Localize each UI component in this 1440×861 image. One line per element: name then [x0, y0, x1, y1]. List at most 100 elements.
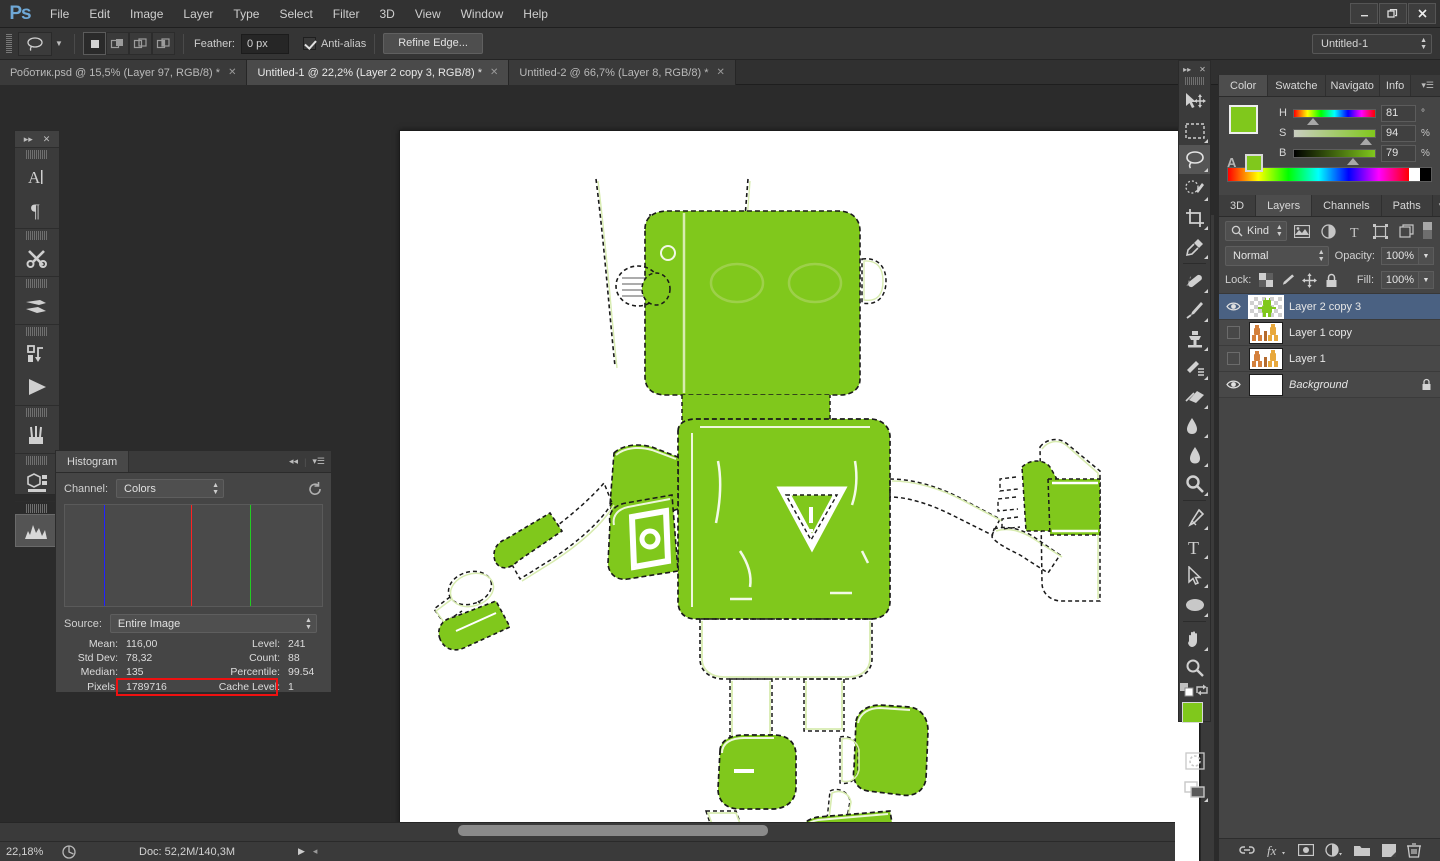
layer-filter-kind-select[interactable]: Kind ▲ ▼	[1225, 221, 1287, 241]
options-bar-grip[interactable]	[6, 33, 12, 54]
actions-panel-icon[interactable]	[15, 337, 59, 370]
menu-help[interactable]: Help	[513, 0, 558, 28]
layer-row-layer-1[interactable]: Layer 1	[1219, 346, 1440, 372]
ellipse-tool[interactable]	[1179, 590, 1210, 619]
dock-grip[interactable]	[26, 327, 48, 336]
menu-filter[interactable]: Filter	[323, 0, 370, 28]
feather-input[interactable]: 0 px	[240, 33, 289, 54]
menu-layer[interactable]: Layer	[173, 0, 223, 28]
status-popup-arrow-icon[interactable]: ▶	[298, 846, 305, 857]
layer-row-layer-2-copy-3[interactable]: Layer 2 copy 3	[1219, 294, 1440, 320]
refine-edge-button[interactable]: Refine Edge...	[383, 33, 483, 54]
canvas-horizontal-scrollbar-thumb[interactable]	[458, 825, 768, 836]
document-tab-untitled-1[interactable]: Untitled-1 @ 22,2% (Layer 2 copy 3, RGB/…	[247, 60, 510, 85]
layer-visibility-toggle[interactable]	[1224, 352, 1243, 365]
tab-navigator[interactable]: Navigato	[1325, 75, 1380, 96]
tab-swatches[interactable]: Swatche	[1268, 75, 1326, 96]
menu-select[interactable]: Select	[269, 0, 322, 28]
document-tab-untitled-2[interactable]: Untitled-2 @ 66,7% (Layer 8, RGB/8) * ✕	[509, 60, 736, 85]
restore-button[interactable]	[1379, 2, 1407, 24]
opacity-dropdown-icon[interactable]: ▼	[1419, 247, 1434, 265]
paragraph-panel-icon[interactable]: ¶	[15, 193, 59, 226]
dock-grip[interactable]	[26, 231, 48, 240]
opacity-value[interactable]: 100%	[1381, 247, 1419, 265]
link-layers-icon[interactable]	[1239, 844, 1255, 856]
new-group-icon[interactable]	[1354, 844, 1371, 857]
dock-grip[interactable]	[26, 504, 48, 513]
close-icon[interactable]: ✕	[1199, 65, 1206, 74]
tab-histogram[interactable]: Histogram	[56, 451, 130, 472]
dodge-tool[interactable]	[1179, 469, 1210, 498]
add-to-selection-button[interactable]	[106, 32, 129, 55]
subtract-from-selection-button[interactable]	[129, 32, 152, 55]
document-canvas[interactable]	[399, 130, 1200, 861]
layer-visibility-off-box[interactable]	[1227, 326, 1240, 339]
foreground-color-swatch[interactable]	[1229, 105, 1258, 134]
layer-thumbnail[interactable]	[1249, 373, 1283, 396]
pen-tool[interactable]	[1179, 503, 1210, 532]
delete-layer-icon[interactable]	[1407, 842, 1422, 858]
lock-all-icon[interactable]	[1324, 272, 1339, 288]
filter-toggle-switch[interactable]	[1422, 221, 1434, 241]
layers-panel-menu-button[interactable]: ▾☰	[1433, 195, 1440, 216]
panel-menu-icon[interactable]: ▾☰	[1421, 80, 1434, 91]
channel-select[interactable]: Colors ▲ ▼	[116, 479, 225, 498]
zoom-tool[interactable]	[1179, 653, 1210, 682]
close-icon[interactable]: ✕	[716, 67, 724, 78]
collapse-panel-icon[interactable]: ◂◂	[289, 456, 298, 467]
rectangular-marquee-tool[interactable]	[1179, 116, 1210, 145]
dock-grip[interactable]	[26, 150, 48, 159]
layer-thumbnail[interactable]	[1248, 294, 1284, 319]
tab-color[interactable]: Color	[1219, 75, 1269, 96]
menu-window[interactable]: Window	[451, 0, 514, 28]
layer-thumbnail[interactable]	[1249, 347, 1283, 370]
tab-channels[interactable]: Channels	[1312, 195, 1382, 216]
brightness-value[interactable]: 79	[1381, 144, 1416, 162]
quick-selection-tool[interactable]	[1179, 174, 1210, 203]
hue-slider-thumb[interactable]	[1306, 117, 1319, 125]
document-tab-robotik[interactable]: Роботик.psd @ 15,5% (Layer 97, RGB/8) * …	[0, 60, 248, 85]
spot-healing-brush-tool[interactable]	[1179, 266, 1210, 295]
close-icon[interactable]: ✕	[43, 134, 51, 145]
lock-transparent-pixels-icon[interactable]	[1258, 272, 1273, 288]
character-panel-icon[interactable]: A	[15, 160, 59, 193]
crop-tool[interactable]	[1179, 203, 1210, 232]
saturation-value[interactable]: 94	[1381, 124, 1416, 142]
hue-slider[interactable]	[1293, 108, 1376, 125]
layer-visibility-off-box[interactable]	[1227, 352, 1240, 365]
anti-alias-control[interactable]: Anti-alias	[302, 37, 366, 50]
layer-row-background[interactable]: Background	[1219, 372, 1440, 398]
anti-alias-checkbox[interactable]	[302, 37, 316, 50]
eyedropper-tool[interactable]	[1179, 232, 1210, 261]
eraser-tool[interactable]	[1179, 382, 1210, 411]
histogram-graph[interactable]	[64, 504, 323, 607]
tool-preset-dropdown[interactable]: ▼	[52, 39, 66, 48]
workspace-selector[interactable]: Untitled-1 ▲ ▼	[1312, 33, 1432, 54]
menu-view[interactable]: View	[405, 0, 451, 28]
tab-layers[interactable]: Layers	[1256, 195, 1313, 216]
clone-stamp-tool[interactable]	[1179, 324, 1210, 353]
default-foreground-background-icon[interactable]	[1179, 683, 1194, 697]
tool-presets-icon[interactable]	[15, 241, 59, 274]
color-panel-menu-button[interactable]: ▾☰	[1415, 75, 1440, 96]
lock-position-icon[interactable]	[1302, 272, 1318, 288]
lasso-tool-icon[interactable]	[18, 31, 52, 56]
layer-thumbnail[interactable]	[1249, 321, 1283, 344]
fill-value[interactable]: 100%	[1381, 271, 1419, 289]
layer-style-fx-icon[interactable]: fx	[1266, 843, 1286, 857]
play-action-icon[interactable]	[15, 370, 59, 403]
tab-paths[interactable]: Paths	[1381, 195, 1433, 216]
intersect-selection-button[interactable]	[152, 32, 175, 55]
dock-grip[interactable]	[26, 408, 48, 417]
menu-image[interactable]: Image	[120, 0, 173, 28]
3d-panel-icon[interactable]	[15, 466, 59, 499]
path-selection-tool[interactable]	[1179, 561, 1210, 590]
layer-visibility-toggle[interactable]	[1224, 326, 1243, 339]
zoom-level-field[interactable]: 22,18%	[0, 846, 56, 858]
expand-tools-icon[interactable]: ▸▸	[1183, 65, 1191, 74]
blur-tool[interactable]	[1179, 440, 1210, 469]
source-select[interactable]: Entire Image ▲ ▼	[109, 614, 317, 633]
dock-grip[interactable]	[26, 279, 48, 288]
lasso-tool[interactable]	[1179, 145, 1210, 174]
expand-dock-icon[interactable]: ▸▸	[24, 134, 33, 145]
